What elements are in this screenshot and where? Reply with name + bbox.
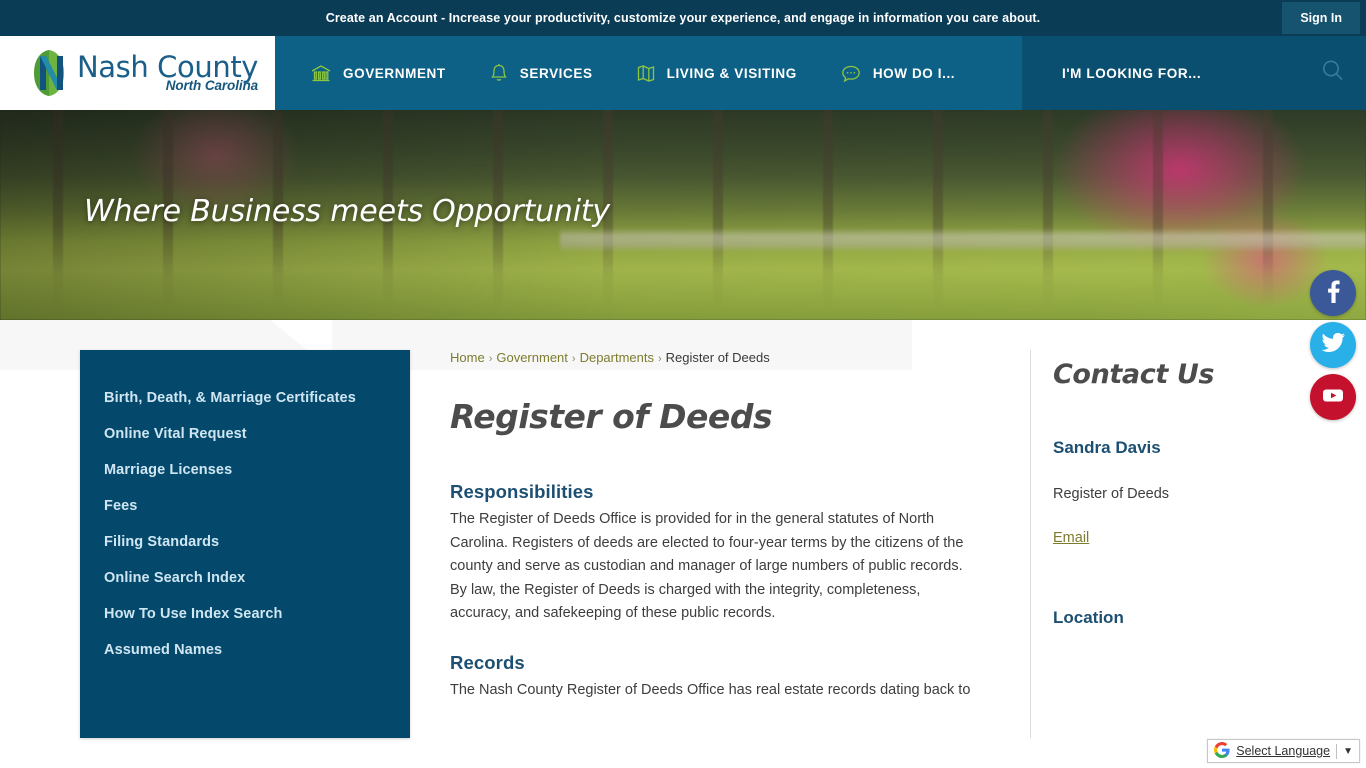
- paragraph-records: The Nash County Register of Deeds Office…: [450, 681, 971, 698]
- youtube-button[interactable]: [1310, 374, 1356, 420]
- nav-item-government[interactable]: GOVERNMENT: [289, 36, 468, 110]
- logo-wordmark: Nash County North Carolina: [77, 53, 258, 93]
- sidebar-item-online-search-index[interactable]: Online Search Index: [80, 560, 410, 596]
- social-media-rail: [1310, 270, 1356, 420]
- nash-n-monogram-icon: [26, 48, 72, 98]
- youtube-icon: [1320, 382, 1346, 413]
- nav-label-government: GOVERNMENT: [343, 65, 446, 81]
- im-looking-for-button[interactable]: I'M LOOKING FOR...: [1062, 66, 1201, 81]
- sidebar-item-filing-standards[interactable]: Filing Standards: [80, 524, 410, 560]
- nav-item-how-do-i[interactable]: HOW DO I...: [819, 36, 977, 110]
- breadcrumb-separator: ›: [658, 353, 662, 365]
- top-utility-bar: Create an Account - Increase your produc…: [0, 0, 1366, 36]
- site-header: Nash County North Carolina GOVERNMENT SE…: [0, 36, 1366, 110]
- breadcrumb-item-current: Register of Deeds: [665, 350, 770, 365]
- hero-tagline: Where Business meets Opportunity: [84, 194, 610, 229]
- sign-in-label: Sign In: [1300, 11, 1342, 25]
- twitter-button[interactable]: [1310, 322, 1356, 368]
- breadcrumb: Home › Government › Departments › Register of …: [450, 350, 980, 365]
- main-content: Home › Government › Departments › Register of …: [410, 350, 1020, 738]
- primary-navigation: GOVERNMENT SERVICES LIVING & VISITING HO…: [275, 36, 1366, 110]
- heading-records: Records: [450, 651, 525, 673]
- bank-building-icon: [311, 64, 331, 83]
- search-icon[interactable]: [1320, 58, 1346, 89]
- nav-item-living-visiting[interactable]: LIVING & VISITING: [615, 36, 819, 110]
- contact-us-title: Contact Us: [1053, 359, 1215, 390]
- create-account-message[interactable]: Create an Account - Increase your produc…: [326, 11, 1041, 25]
- page-body: Birth, Death, & Marriage Certificates On…: [0, 320, 1366, 768]
- google-translate-widget[interactable]: Select Language ▼: [1207, 739, 1360, 763]
- sidebar-item-assumed-names[interactable]: Assumed Names: [80, 632, 410, 668]
- breadcrumb-item-government[interactable]: Government: [496, 350, 568, 365]
- content-wrapper: Birth, Death, & Marriage Certificates On…: [0, 320, 1366, 738]
- contact-person-role: Register of Deeds: [1053, 486, 1170, 502]
- nav-item-services[interactable]: SERVICES: [468, 36, 615, 110]
- nav-label-living-visiting: LIVING & VISITING: [666, 65, 797, 81]
- contact-person-name: Sandra Davis: [1053, 438, 1161, 457]
- select-language-label[interactable]: Select Language: [1236, 744, 1330, 758]
- bell-icon: [490, 63, 508, 83]
- breadcrumb-separator: ›: [488, 353, 493, 365]
- facebook-icon: [1321, 279, 1345, 308]
- looking-for-section: I'M LOOKING FOR...: [1022, 36, 1366, 110]
- speech-bubble-icon: [841, 64, 861, 83]
- sidebar-item-online-vital-request[interactable]: Online Vital Request: [80, 416, 410, 452]
- twitter-icon: [1321, 330, 1346, 360]
- breadcrumb-item-departments[interactable]: Departments: [580, 350, 654, 365]
- translate-divider: [1336, 743, 1338, 759]
- hero-banner: Where Business meets Opportunity: [0, 110, 1366, 320]
- paragraph-responsibilities: The Register of Deeds Office is provided…: [450, 511, 964, 621]
- facebook-button[interactable]: [1310, 270, 1356, 316]
- breadcrumb-item-home[interactable]: Home: [450, 350, 485, 365]
- contact-location-heading: Location: [1053, 608, 1124, 627]
- sidebar-item-how-to-use-index-search[interactable]: How To Use Index Search: [80, 596, 410, 632]
- site-logo[interactable]: Nash County North Carolina: [0, 36, 275, 110]
- sidebar-item-birth-death-marriage-certificates[interactable]: Birth, Death, & Marriage Certificates: [80, 380, 410, 416]
- section-sidebar-navigation: Birth, Death, & Marriage Certificates On…: [80, 350, 410, 738]
- chevron-down-icon[interactable]: ▼: [1343, 746, 1353, 757]
- contact-email-link[interactable]: Email: [1053, 530, 1089, 546]
- sidebar-item-marriage-licenses[interactable]: Marriage Licenses: [80, 452, 410, 488]
- sign-in-button[interactable]: Sign In: [1282, 2, 1360, 34]
- map-icon: [637, 64, 655, 83]
- contact-us-panel: Contact Us Sandra Davis Register of Deed…: [1030, 350, 1285, 738]
- heading-responsibilities: Responsibilities: [450, 481, 594, 502]
- breadcrumb-separator: ›: [571, 353, 576, 365]
- nav-items-group: GOVERNMENT SERVICES LIVING & VISITING HO…: [275, 36, 1022, 110]
- google-g-icon: [1214, 741, 1230, 761]
- page-title: Register of Deeds: [450, 397, 773, 436]
- sidebar-item-fees[interactable]: Fees: [80, 488, 410, 524]
- nav-label-how-do-i: HOW DO I...: [872, 65, 956, 81]
- nav-label-services: SERVICES: [519, 65, 593, 81]
